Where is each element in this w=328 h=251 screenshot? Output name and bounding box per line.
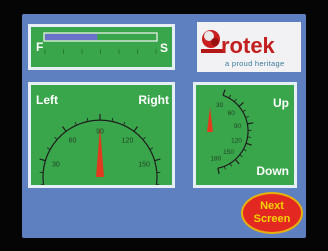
vertical-gauge-tick [242,109,246,113]
vertical-gauge-panel: Up Down 30 60 90 120 150 180 [193,82,297,188]
logo-graphic: rotek a proud heritage [201,30,284,68]
next-screen-button[interactable]: Next Screen [241,192,303,234]
speed-gauge-tick [142,136,146,140]
fuel-gauge-ticks [44,49,157,54]
fuel-empty-label: F [36,40,44,54]
vertical-gauge-tick [228,94,232,99]
speed-gauge: 0306090120150180 [39,114,161,185]
fuel-gauge-panel: F S [28,24,175,70]
vertical-gauge-tick [247,122,254,125]
speed-gauge-panel: Left Right 0306090120150180 [28,82,175,188]
vertical-gauge-tick [217,168,220,175]
logo-brand-text: rotek [221,33,276,58]
vertical-gauge-tick [245,142,252,146]
vertical-gauge-tick [239,154,243,158]
vertical-gauge-tick-labels: 30 60 90 120 150180 [210,102,242,163]
monitor-bezel: F S rotek a proud heritage Left Right 30… [0,0,328,251]
speed-gauge-tick-label: 60 [69,138,77,145]
vertical-gauge-tick-label: 180 [210,156,221,163]
vertical-gauge-tick [238,102,244,107]
next-screen-label-line2: Screen [253,213,291,225]
logo: rotek a proud heritage [197,22,301,72]
vertical-gauge-tick [247,136,252,138]
speed-gauge-tick [74,121,77,126]
speed-gauge-tick-label: 120 [122,138,134,145]
speed-gauge-tick-label: 150 [138,161,150,168]
vertical-gauge-tick-label: 30 [216,102,224,109]
speed-gauge-tick [46,147,51,150]
speed-gauge-tick [61,126,67,132]
speed-gauge-tick [154,158,161,162]
fuel-gauge [43,32,158,54]
vertical-gauge-tick-label: 60 [228,110,236,117]
vertical-gauge-tick [243,148,247,152]
speed-gauge-tick [111,117,114,122]
vertical-gauge-tick [223,166,226,170]
speed-gauge-tick [39,158,46,162]
speed-gauge-tick [54,136,58,140]
vertical-gauge-tick [229,163,233,167]
logo-tagline-text: a proud heritage [225,59,284,68]
vertical-gauge: 30 60 90 120 150180 [207,89,254,175]
vertical-gauge-tick-label: 120 [231,137,242,144]
fuel-full-label: S [159,41,168,55]
vertical-gauge-tick [222,89,226,96]
vertical-gauge-tick [245,116,249,118]
vertical-gauge-tick-label: 90 [234,123,242,130]
speed-gauge-tick [123,121,126,126]
vertical-gauge-tick-label: 150 [223,149,234,156]
display-screen: F S rotek a proud heritage Left Right 30… [22,14,306,238]
speed-gauge-tick [133,126,139,132]
fuel-level-fill [45,34,98,40]
speed-gauge-tick [149,147,154,150]
vertical-gauge-needle [207,107,213,132]
vertical-gauge-tick [234,159,240,165]
vertical-gauge-tick [233,98,237,103]
next-screen-label-line1: Next [260,200,284,212]
speed-gauge-tick [86,117,89,122]
speed-gauge-tick-label: 30 [52,161,60,168]
logo-emblem-icon [201,30,223,53]
